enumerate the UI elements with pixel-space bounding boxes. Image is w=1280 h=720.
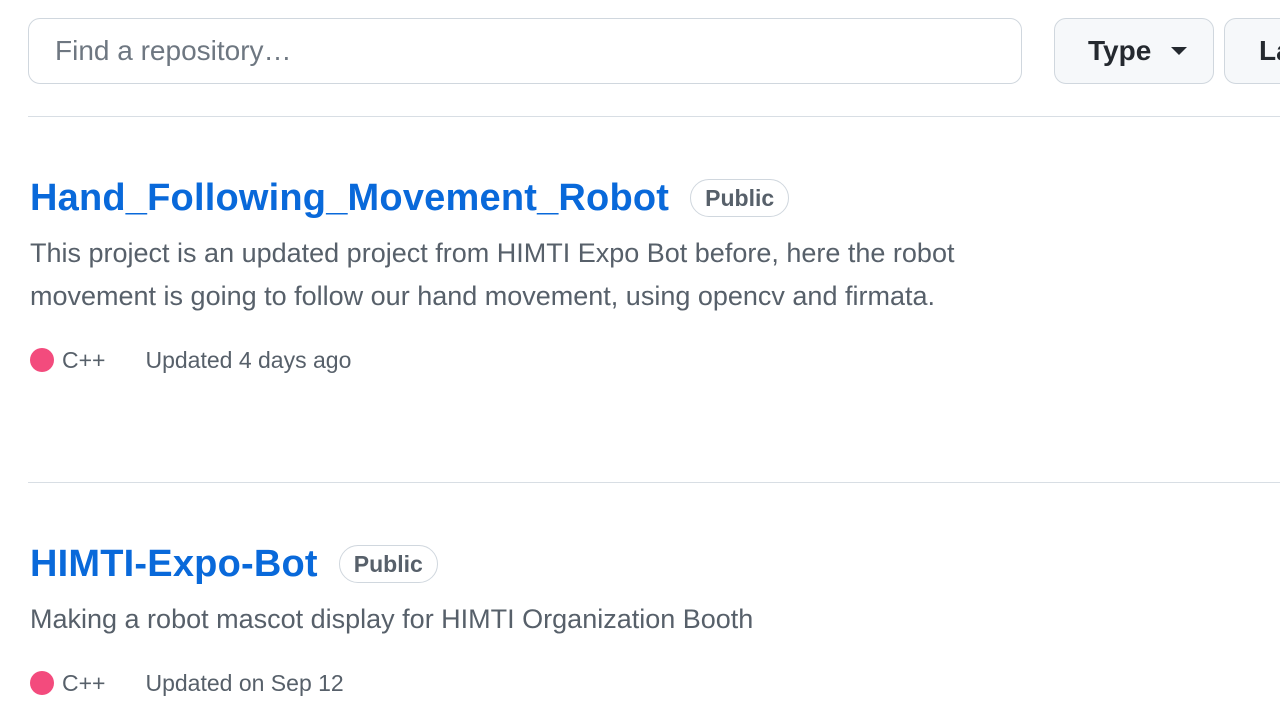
repository-title-row: HIMTI-Expo-Bot Public <box>30 540 990 588</box>
repositories-page: Type Language Hand_Following_Movement_Ro… <box>0 0 1280 720</box>
repository-meta: C++ Updated 4 days ago <box>30 345 990 375</box>
language-filter-button[interactable]: Language <box>1224 18 1280 84</box>
visibility-badge: Public <box>338 545 438 583</box>
repository-updated: Updated 4 days ago <box>145 346 352 373</box>
divider <box>28 116 1280 117</box>
repository-filter-bar: Type Language <box>28 18 1280 84</box>
repository-description: Making a robot mascot display for HIMTI … <box>30 604 754 634</box>
divider <box>28 482 1280 483</box>
repository-name-link[interactable]: Hand_Following_Movement_Robot <box>30 177 669 220</box>
repository-description: This project is an updated project from … <box>30 238 955 311</box>
type-filter-button[interactable]: Type <box>1054 18 1214 84</box>
repository-name-link[interactable]: HIMTI-Expo-Bot <box>30 543 318 586</box>
visibility-badge: Public <box>690 179 790 217</box>
repository-meta: C++ Updated on Sep 12 <box>30 668 990 698</box>
repository-item: Hand_Following_Movement_Robot Public Thi… <box>30 174 990 375</box>
language-color-dot <box>30 348 54 372</box>
type-filter-label: Type <box>1088 35 1152 66</box>
repository-language: C++ <box>62 346 106 373</box>
find-repository-input[interactable] <box>28 18 1022 84</box>
repository-item: HIMTI-Expo-Bot Public Making a robot mas… <box>30 540 990 698</box>
chevron-down-icon <box>1171 47 1188 55</box>
repository-title-row: Hand_Following_Movement_Robot Public <box>30 174 990 222</box>
repository-language: C++ <box>62 669 106 696</box>
language-filter-label: Language <box>1259 35 1280 66</box>
language-color-dot <box>30 671 54 695</box>
repository-updated: Updated on Sep 12 <box>145 669 344 696</box>
